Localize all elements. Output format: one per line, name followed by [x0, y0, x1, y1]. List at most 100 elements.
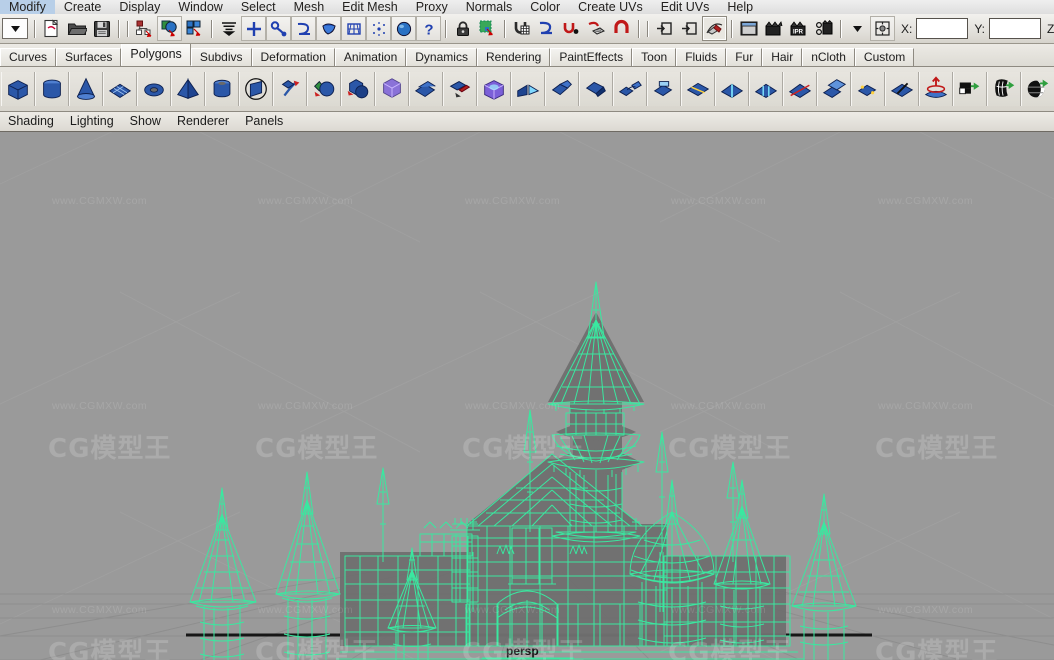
boolean-union-icon[interactable] — [443, 72, 477, 106]
new-scene-icon[interactable] — [39, 16, 64, 41]
panel-menu-lighting[interactable]: Lighting — [62, 112, 122, 131]
open-scene-icon[interactable] — [64, 16, 89, 41]
shelf-tab-subdivs[interactable]: Subdivs — [190, 48, 252, 66]
extrude-icon[interactable] — [545, 72, 579, 106]
append-polygon-icon[interactable] — [647, 72, 681, 106]
shelf-tab-hair[interactable]: Hair — [762, 48, 803, 66]
poly-soccer-ball-icon[interactable] — [307, 72, 341, 106]
shelf-tab-curves[interactable]: Curves — [0, 48, 57, 66]
panel-menu-shading[interactable]: Shading — [0, 112, 62, 131]
rendering-icon[interactable] — [391, 16, 416, 41]
menu-create[interactable]: Create — [55, 0, 111, 14]
cut-faces-icon[interactable] — [783, 72, 817, 106]
duplicate-face-icon[interactable] — [817, 72, 851, 106]
lock-selection-icon[interactable] — [450, 16, 475, 41]
highlight-selection-icon[interactable] — [475, 16, 500, 41]
perspective-viewport[interactable]: persp CG模型王 CG模型王 CG模型王 CG模型王 CG模型王 CG模型… — [0, 132, 1054, 660]
render-settings-icon[interactable] — [811, 16, 836, 41]
snap-to-grid-icon[interactable] — [509, 16, 534, 41]
poly-helix-icon[interactable] — [273, 72, 307, 106]
cylindrical-mapping-icon[interactable] — [987, 72, 1021, 106]
poly-plane-icon[interactable] — [103, 72, 137, 106]
shelf-tab-rendering[interactable]: Rendering — [476, 48, 551, 66]
ik-handles-icon[interactable] — [266, 16, 291, 41]
select-by-component-type-icon[interactable] — [182, 16, 207, 41]
select-mask-icon[interactable] — [216, 16, 241, 41]
poly-cone-icon[interactable] — [69, 72, 103, 106]
x-coordinate-input[interactable] — [916, 18, 969, 39]
shelf-tab-custom[interactable]: Custom — [854, 48, 915, 66]
spherical-mapping-icon[interactable] — [1021, 72, 1054, 106]
poly-torus-icon[interactable] — [137, 72, 171, 106]
shelf-tab-polygons[interactable]: Polygons — [121, 44, 191, 66]
misc-help-icon[interactable]: ? — [416, 16, 441, 41]
shelf-tab-dynamics[interactable]: Dynamics — [406, 48, 477, 66]
poly-pyramid-icon[interactable] — [171, 72, 205, 106]
menu-modify[interactable]: Modify — [0, 0, 55, 14]
curves-icon[interactable] — [291, 16, 316, 41]
menu-display[interactable]: Display — [110, 0, 169, 14]
offset-edge-loop-icon[interactable] — [749, 72, 783, 106]
planar-mapping-icon[interactable] — [953, 72, 987, 106]
split-polygon-icon[interactable] — [681, 72, 715, 106]
y-coordinate-input[interactable] — [989, 18, 1042, 39]
snap-to-view-plane-icon[interactable] — [609, 16, 634, 41]
render-current-frame-icon[interactable] — [736, 16, 761, 41]
poly-platonic-icon[interactable] — [341, 72, 375, 106]
dynamics-icon[interactable] — [366, 16, 391, 41]
delete-edge-icon[interactable] — [885, 72, 919, 106]
shelf-tab-animation[interactable]: Animation — [334, 48, 407, 66]
poly-pipe-icon[interactable] — [205, 72, 239, 106]
shelf-tab-toon[interactable]: Toon — [632, 48, 677, 66]
snap-to-projected-center-icon[interactable] — [584, 16, 609, 41]
render-view-icon[interactable] — [702, 16, 727, 41]
sculpt-geometry-icon[interactable] — [919, 72, 953, 106]
poly-prism-icon[interactable] — [239, 72, 273, 106]
merge-vertices-icon[interactable] — [851, 72, 885, 106]
panel-menu-panels[interactable]: Panels — [237, 112, 291, 131]
menu-edit-mesh[interactable]: Edit Mesh — [333, 0, 407, 14]
ipr-render-icon[interactable]: IPR — [786, 16, 811, 41]
menu-help[interactable]: Help — [718, 0, 762, 14]
mirror-geometry-icon[interactable] — [511, 72, 545, 106]
menu-edit-uvs[interactable]: Edit UVs — [652, 0, 719, 14]
poly-cube-icon[interactable] — [1, 72, 35, 106]
menu-select[interactable]: Select — [232, 0, 285, 14]
shelf-tab-surfaces[interactable]: Surfaces — [56, 48, 122, 66]
selection-mode-dropdown[interactable] — [2, 18, 28, 39]
handles-icon[interactable] — [241, 16, 266, 41]
select-by-object-type-icon[interactable] — [157, 16, 182, 41]
menu-proxy[interactable]: Proxy — [407, 0, 457, 14]
deformations-icon[interactable] — [341, 16, 366, 41]
snap-to-curve-icon[interactable] — [534, 16, 559, 41]
transform-field-mode-dropdown[interactable] — [845, 16, 870, 41]
shelf-tab-ncloth[interactable]: nCloth — [802, 48, 855, 66]
separate-icon[interactable] — [409, 72, 443, 106]
shelf-tab-deformation[interactable]: Deformation — [251, 48, 335, 66]
panel-menu-show[interactable]: Show — [122, 112, 169, 131]
menu-normals[interactable]: Normals — [457, 0, 522, 14]
menu-window[interactable]: Window — [169, 0, 231, 14]
smooth-icon[interactable] — [477, 72, 511, 106]
menu-create-uvs[interactable]: Create UVs — [569, 0, 652, 14]
combine-icon[interactable] — [375, 72, 409, 106]
shelf-tab-painteffects[interactable]: PaintEffects — [550, 48, 633, 66]
menu-color[interactable]: Color — [521, 0, 569, 14]
shelf-tab-fur[interactable]: Fur — [726, 48, 763, 66]
insert-edge-loop-icon[interactable] — [715, 72, 749, 106]
x-field-label: X: — [901, 21, 913, 36]
construction-history-icon[interactable] — [652, 16, 677, 41]
panel-menu-renderer[interactable]: Renderer — [169, 112, 237, 131]
select-by-hierarchy-icon[interactable] — [132, 16, 157, 41]
construction-history-off-icon[interactable] — [677, 16, 702, 41]
absolute-transform-icon[interactable] — [870, 16, 895, 41]
save-scene-icon[interactable] — [89, 16, 114, 41]
poly-cylinder-icon[interactable] — [35, 72, 69, 106]
menu-mesh[interactable]: Mesh — [285, 0, 334, 14]
bridge-icon[interactable] — [613, 72, 647, 106]
snap-to-point-icon[interactable] — [559, 16, 584, 41]
shelf-tab-fluids[interactable]: Fluids — [676, 48, 727, 66]
surfaces-icon[interactable] — [316, 16, 341, 41]
bevel-icon[interactable] — [579, 72, 613, 106]
render-sequence-icon[interactable] — [761, 16, 786, 41]
